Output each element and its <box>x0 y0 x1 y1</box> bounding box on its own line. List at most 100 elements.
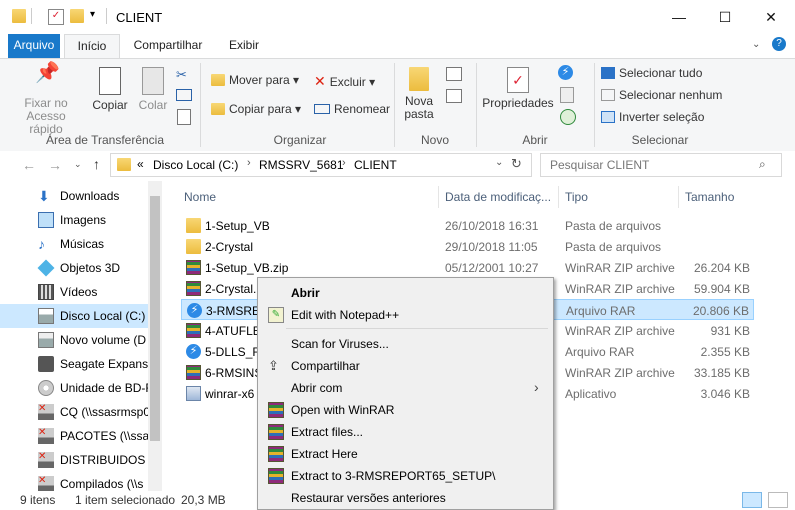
nav-item-label: Seagate Expansic <box>60 357 148 371</box>
share-icon: ⇪ <box>268 358 279 373</box>
navigation-pane: ⬇ Downloads Imagens ♪ Músicas Objetos 3D V… <box>0 181 162 492</box>
new-folder-quick-icon[interactable] <box>70 9 84 23</box>
paste-button[interactable]: Colar <box>134 67 172 112</box>
back-arrow-icon[interactable]: ← <box>22 157 36 173</box>
properties-quick-icon[interactable]: ✓ <box>48 9 64 25</box>
nav-item-3d-objects[interactable]: Objetos 3D <box>0 256 148 280</box>
edit-icon[interactable] <box>560 87 574 103</box>
menu-item-share[interactable]: ⇪ Compartilhar <box>258 355 553 377</box>
pin-quick-access-button[interactable]: 📌 Fixar no Acesso rápido <box>10 63 82 136</box>
close-button[interactable]: ✕ <box>748 0 794 34</box>
breadcrumb-chevron-icon[interactable]: › <box>247 157 251 169</box>
column-header-name[interactable]: Nome <box>184 186 216 208</box>
quick-access-dropdown-icon[interactable]: ▾ <box>90 9 104 23</box>
address-dropdown-icon[interactable]: ⌄ <box>495 157 503 168</box>
menu-item-restore[interactable]: Restaurar versões anteriores <box>258 487 553 509</box>
menu-item-label: Extract files... <box>291 425 364 439</box>
address-bar[interactable]: « Disco Local (C:) › RMSSRV_5681 › CLIEN… <box>110 153 532 177</box>
recent-locations-icon[interactable]: ⌄ <box>74 159 82 170</box>
menu-separator <box>286 328 548 329</box>
rename-button[interactable]: Renomear <box>314 102 390 116</box>
nav-item-new-volume[interactable]: Novo volume (D <box>0 328 148 352</box>
menu-item-open[interactable]: Abrir <box>258 282 553 304</box>
nav-item-distribuidos[interactable]: ✕ DISTRIBUIDOS (\ <box>0 448 148 472</box>
forward-arrow-icon[interactable]: → <box>48 157 62 173</box>
breadcrumb-folder[interactable]: RMSSRV_5681 <box>259 158 344 172</box>
file-row[interactable]: 1-Setup_VB.zip 05/12/2001 10:27 WinRAR Z… <box>181 257 754 278</box>
tab-share[interactable]: Compartilhar <box>128 34 208 58</box>
winrar-archive-icon <box>186 365 201 380</box>
invert-selection-label: Inverter seleção <box>619 110 705 124</box>
menu-item-label: Edit with Notepad++ <box>291 308 400 322</box>
nav-item-bd-drive[interactable]: Unidade de BD-F <box>0 376 148 400</box>
nav-item-seagate[interactable]: Seagate Expansic <box>0 352 148 376</box>
column-header-type[interactable]: Tipo <box>565 186 588 208</box>
invert-selection-button[interactable]: Inverter seleção <box>601 110 704 124</box>
menu-item-extract-here[interactable]: Extract Here <box>258 443 553 465</box>
tab-home[interactable]: Início <box>64 34 120 59</box>
help-icon[interactable]: ? <box>772 37 786 51</box>
delete-button[interactable]: ✕ Excluir ▾ <box>314 73 375 90</box>
maximize-button[interactable]: ☐ <box>702 0 748 34</box>
column-separator[interactable] <box>678 186 679 208</box>
new-item-icon[interactable] <box>446 67 462 81</box>
column-header-size[interactable]: Tamanho <box>685 186 734 208</box>
column-separator[interactable] <box>558 186 559 208</box>
file-row[interactable]: 2-Crystal 29/10/2018 11:05 Pasta de arqu… <box>181 236 754 257</box>
menu-item-open-winrar[interactable]: Open with WinRAR <box>258 399 553 421</box>
new-folder-button[interactable]: Nova pasta <box>398 67 440 121</box>
search-icon[interactable]: ⌕ <box>759 157 766 172</box>
menu-item-edit-notepad[interactable]: ✎ Edit with Notepad++ <box>258 304 553 326</box>
minimize-button[interactable]: — <box>656 0 702 34</box>
column-separator[interactable] <box>438 186 439 208</box>
nav-item-label: Imagens <box>60 213 107 227</box>
tab-view[interactable]: Exibir <box>220 34 268 58</box>
menu-item-extract-files[interactable]: Extract files... <box>258 421 553 443</box>
column-header-date[interactable]: Data de modificaç... <box>445 186 551 208</box>
nav-item-music[interactable]: ♪ Músicas <box>0 232 148 256</box>
window-title: CLIENT <box>116 10 163 25</box>
nav-item-pictures[interactable]: Imagens <box>0 208 148 232</box>
invert-selection-icon <box>601 111 615 123</box>
copy-button[interactable]: Copiar <box>88 67 132 112</box>
search-box[interactable]: Pesquisar CLIENT ⌕ <box>540 153 782 177</box>
nav-item-local-disk[interactable]: Disco Local (C:) <box>0 304 148 328</box>
menu-item-label: Compartilhar <box>291 359 360 373</box>
application-icon <box>186 386 201 401</box>
nav-item-cq[interactable]: ✕ CQ (\\ssasrmsp0 <box>0 400 148 424</box>
details-view-icon[interactable] <box>742 492 762 508</box>
easy-access-icon[interactable] <box>446 89 462 103</box>
menu-item-open-with[interactable]: Abrir com › <box>258 377 553 399</box>
breadcrumb-current[interactable]: CLIENT <box>354 158 397 172</box>
paste-shortcut-icon[interactable] <box>177 109 191 125</box>
open-icon[interactable]: ⚡ <box>558 65 573 80</box>
nav-item-label: PACOTES (\\ssas <box>60 429 148 443</box>
copy-to-button[interactable]: Copiar para ▾ <box>211 102 301 116</box>
refresh-icon[interactable]: ↻ <box>511 156 522 172</box>
properties-button[interactable]: ✓ Propriedades <box>482 67 554 110</box>
search-input[interactable]: Pesquisar CLIENT <box>550 158 649 172</box>
menu-item-scan[interactable]: Scan for Viruses... <box>258 333 553 355</box>
copy-label: Copiar <box>92 98 128 112</box>
address-overflow[interactable]: « <box>137 157 144 171</box>
nav-item-downloads[interactable]: ⬇ Downloads <box>0 184 148 208</box>
cut-icon[interactable]: ✂ <box>176 67 187 83</box>
pin-label: Fixar no Acesso rápido <box>24 96 68 136</box>
large-icons-view-icon[interactable] <box>768 492 788 508</box>
history-icon[interactable] <box>560 109 576 125</box>
move-to-button[interactable]: Mover para ▾ <box>211 73 299 87</box>
nav-item-videos[interactable]: Vídeos <box>0 280 148 304</box>
menu-item-extract-to[interactable]: Extract to 3-RMSREPORT65_SETUP\ <box>258 465 553 487</box>
tab-file[interactable]: Arquivo <box>8 34 60 58</box>
breadcrumb-drive[interactable]: Disco Local (C:) <box>153 158 238 172</box>
breadcrumb-chevron-icon[interactable]: › <box>342 157 346 169</box>
select-none-button[interactable]: Selecionar nenhum <box>601 88 722 102</box>
select-all-button[interactable]: Selecionar tudo <box>601 66 702 80</box>
copy-path-icon[interactable] <box>176 89 192 101</box>
nav-item-pacotes[interactable]: ✕ PACOTES (\\ssas <box>0 424 148 448</box>
collapse-ribbon-icon[interactable]: ⌄ <box>752 39 760 50</box>
nav-pane-scrollbar-thumb[interactable] <box>150 196 160 441</box>
up-arrow-icon[interactable]: ↑ <box>93 156 100 172</box>
drive-icon <box>38 332 54 348</box>
file-row[interactable]: 1-Setup_VB 26/10/2018 16:31 Pasta de arq… <box>181 215 754 236</box>
